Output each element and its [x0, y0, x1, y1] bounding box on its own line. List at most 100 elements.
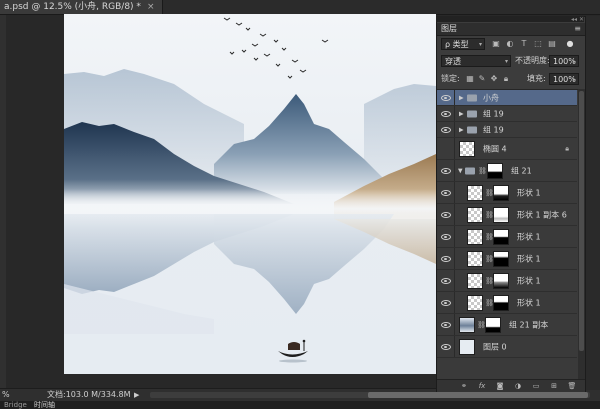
visibility-eye-icon[interactable] [441, 211, 451, 218]
document-info: 文档:103.0 M/334.8M [47, 390, 131, 399]
layer-mask-thumbnail[interactable] [487, 163, 503, 179]
layer-thumbnail [459, 339, 475, 355]
adjustment-icon[interactable]: ◑ [513, 381, 523, 391]
layer-row[interactable]: ⛓ 形状 1 [437, 248, 577, 270]
bottom-panel-tabs: Bridge 时间轴 [0, 401, 600, 409]
layer-row[interactable]: ▶ 小舟 [437, 90, 577, 106]
filter-toggle-icon[interactable]: ● [565, 39, 575, 49]
visibility-eye-icon[interactable] [441, 277, 451, 284]
mask-icon[interactable]: ◙ [495, 381, 505, 391]
collapse-triangle-icon[interactable]: ▼ [458, 167, 463, 174]
filter-row: ρ 类型 ▾ ▣ ◐ T ⬚ ▤ ● [437, 36, 585, 52]
expand-triangle-icon[interactable]: ▶ [459, 110, 464, 117]
lock-pixels-icon[interactable]: ✎ [477, 74, 487, 84]
layer-row[interactable]: ⛓ 形状 1 [437, 226, 577, 248]
visibility-eye-icon[interactable] [441, 126, 451, 133]
layers-scroll-thumb[interactable] [579, 91, 584, 351]
layer-thumbnail [467, 295, 483, 311]
layer-row[interactable]: ⛓ 形状 1 [437, 292, 577, 314]
link-icon[interactable]: ⚭ [459, 381, 469, 391]
folder-icon [467, 94, 477, 101]
tab-timeline[interactable]: 时间轴 [34, 401, 55, 409]
layer-thumbnail [459, 317, 475, 333]
visibility-eye-icon[interactable] [441, 255, 451, 262]
smart-object-filter-icon[interactable]: ▤ [547, 39, 557, 49]
layer-mask-thumbnail[interactable] [493, 185, 509, 201]
document-tab-title: a.psd @ 12.5% (小舟, RGB/8) * [4, 2, 141, 12]
layer-mask-thumbnail[interactable] [493, 251, 509, 267]
lock-row: 锁定: ▦ ✎ ✥ 🔒︎ 填充: 100% ▸ [437, 71, 585, 87]
layer-name: 形状 1 [517, 276, 541, 285]
lock-transparency-icon[interactable]: ▦ [465, 74, 475, 84]
panel-menu-icon[interactable]: ≡ [574, 23, 581, 35]
layer-row[interactable]: ⛓ 组 21 副本 [437, 314, 577, 336]
visibility-eye-icon[interactable] [441, 321, 451, 328]
close-icon[interactable]: × [147, 2, 155, 12]
visibility-eye-icon[interactable] [441, 343, 451, 350]
shape-filter-icon[interactable]: ⬚ [533, 39, 543, 49]
adjustment-filter-icon[interactable]: ◐ [505, 39, 515, 49]
layer-mask-thumbnail[interactable] [493, 207, 509, 223]
panel-collapse-label[interactable]: ◂◂ ✕ [571, 16, 584, 23]
panel-collapse-strip[interactable]: ◂◂ ✕ [436, 16, 584, 23]
layer-thumbnail [459, 141, 475, 157]
layer-mask-thumbnail[interactable] [493, 295, 509, 311]
layer-row[interactable]: 椭圆 4 🔒︎ [437, 138, 577, 160]
new-layer-icon[interactable]: ⊞ [549, 381, 559, 391]
visibility-eye-icon[interactable] [441, 110, 451, 117]
zoom-readout[interactable]: % [2, 389, 10, 401]
layer-name: 形状 1 [517, 188, 541, 197]
pixel-filter-icon[interactable]: ▣ [491, 39, 501, 49]
folder-open-icon [465, 167, 475, 174]
layer-name: 形状 1 [517, 254, 541, 263]
layer-row[interactable]: ⛓ 形状 1 副本 6 [437, 204, 577, 226]
visibility-eye-icon[interactable] [441, 94, 451, 101]
lock-all-icon[interactable]: 🔒︎ [501, 74, 511, 84]
fx-icon[interactable]: fx [477, 381, 487, 391]
layers-scrollbar[interactable] [578, 89, 585, 379]
filter-label: ρ 类型 [445, 40, 469, 49]
document-tab-bar: a.psd @ 12.5% (小舟, RGB/8) * × [0, 0, 600, 15]
layer-row[interactable]: ⛓ 形状 1 [437, 270, 577, 292]
visibility-eye-icon[interactable] [441, 189, 451, 196]
layer-mask-thumbnail[interactable] [493, 229, 509, 245]
document-tab[interactable]: a.psd @ 12.5% (小舟, RGB/8) * × [0, 0, 164, 14]
layer-mask-thumbnail[interactable] [493, 273, 509, 289]
visibility-eye-icon[interactable] [441, 299, 451, 306]
visibility-eye-icon[interactable] [441, 167, 451, 174]
layer-name: 组 19 [483, 125, 504, 134]
layers-panel-title[interactable]: 图层 [441, 23, 457, 35]
horizontal-scrollbar[interactable] [150, 392, 590, 398]
fill-label: 填充: [527, 74, 546, 83]
horizontal-scroll-thumb[interactable] [368, 392, 588, 398]
layer-row[interactable]: ▶ 组 19 [437, 106, 577, 122]
mask-link-icon[interactable]: ⛓ [478, 167, 487, 175]
blend-mode-select[interactable]: 穿透 ▾ [441, 55, 511, 67]
layers-panel-footer: ⚭ fx ◙ ◑ ▭ ⊞ 🗑︎ [437, 379, 585, 392]
expand-triangle-icon[interactable]: ▶ [459, 126, 464, 133]
opacity-input[interactable]: 100% ▸ [549, 55, 579, 67]
document-canvas[interactable] [64, 14, 436, 374]
tab-bridge[interactable]: Bridge [4, 401, 27, 409]
layers-panel: 图层 ≡ ρ 类型 ▾ ▣ ◐ T ⬚ ▤ ● 穿透 ▾ 不透明度: 100% ▸ 锁… [436, 16, 586, 392]
layer-filter-select[interactable]: ρ 类型 ▾ [441, 38, 485, 50]
trash-icon[interactable]: 🗑︎ [567, 381, 577, 391]
layer-thumbnail [467, 273, 483, 289]
expand-triangle-icon[interactable]: ▶ [459, 94, 464, 101]
layer-row[interactable]: ⛓ 形状 1 [437, 182, 577, 204]
layer-row[interactable]: 图层 0 [437, 336, 577, 358]
lock-position-icon[interactable]: ✥ [489, 74, 499, 84]
layer-thumbnail [467, 185, 483, 201]
new-group-icon[interactable]: ▭ [531, 381, 541, 391]
layer-thumbnail [467, 207, 483, 223]
status-menu-arrow-icon[interactable]: ▶ [134, 389, 139, 401]
fill-input[interactable]: 100% ▸ [549, 73, 579, 85]
layer-name: 椭圆 4 [483, 144, 507, 153]
lock-label: 锁定: [441, 74, 460, 83]
layer-mask-thumbnail[interactable] [485, 317, 501, 333]
layer-row[interactable]: ▶ 组 19 [437, 122, 577, 138]
opacity-label: 不透明度: [515, 56, 550, 65]
layer-row[interactable]: ▼ ⛓ 组 21 [437, 160, 577, 182]
type-filter-icon[interactable]: T [519, 39, 529, 49]
visibility-eye-icon[interactable] [441, 233, 451, 240]
